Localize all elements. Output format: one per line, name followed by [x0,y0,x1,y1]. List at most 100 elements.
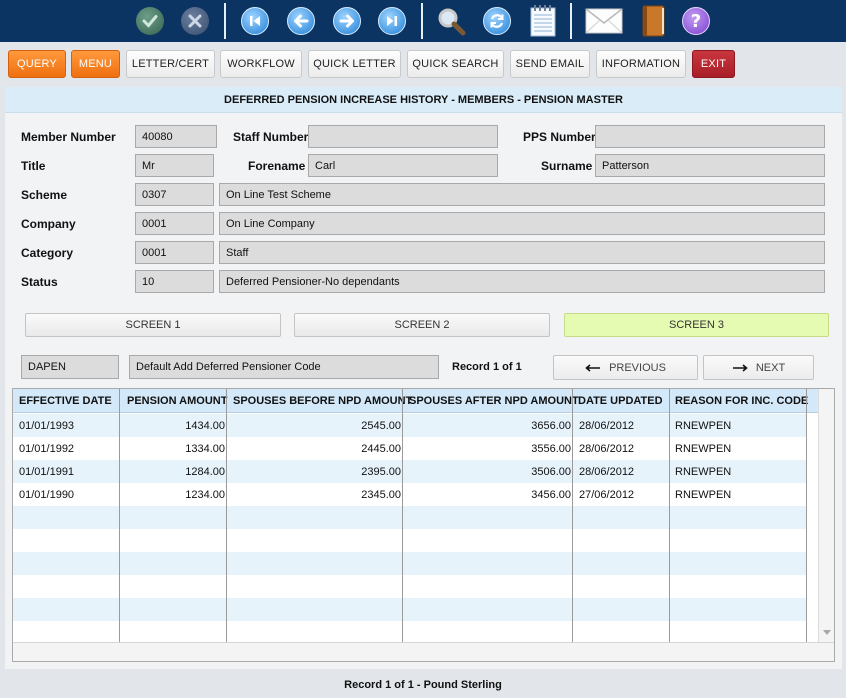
menu-button[interactable]: MENU [71,50,120,78]
notepad-icon[interactable] [526,4,560,38]
send-email-button[interactable]: SEND EMAIL [510,50,590,78]
empty-table-row[interactable] [13,598,806,621]
last-record-icon[interactable] [375,4,409,38]
tab-screen-2[interactable]: SCREEN 2 [294,313,550,337]
help-glyph: ? [690,10,702,32]
vertical-scrollbar[interactable] [818,389,834,642]
table-cell: 2395.00 [361,465,401,478]
table-cell: 01/01/1992 [19,442,75,455]
toolbar-separator [224,3,226,39]
member-number-field[interactable]: 40080 [135,125,217,148]
pps-number-label: PPS Number [523,130,596,144]
table-cell: 2545.00 [361,419,401,432]
information-button[interactable]: INFORMATION [596,50,686,78]
column-header-spouses-after[interactable]: SPOUSES AFTER NPD AMOUNT [403,389,579,413]
member-number-label: Member Number [21,130,116,144]
column-divider [119,389,120,644]
query-button[interactable]: QUERY [8,50,66,78]
next-button[interactable]: NEXT [703,355,814,380]
table-cell: 3506.00 [531,465,571,478]
column-header-effective-date[interactable]: EFFECTIVE DATE [13,389,120,413]
table-cell: 2345.00 [361,488,401,501]
table-cell: RNEWPEN [675,442,732,455]
column-header-reason-code[interactable]: REASON FOR INC. CODE [669,389,817,413]
workflow-button[interactable]: WORKFLOW [220,50,302,78]
company-code-field[interactable]: 0001 [135,212,214,235]
scheme-desc-field[interactable]: On Line Test Scheme [219,183,825,206]
empty-table-row[interactable] [13,621,806,644]
table-cell: 3456.00 [531,488,571,501]
table-row[interactable]: 01/01/1993 1434.00 2545.00 3656.00 28/06/201… [13,414,806,437]
scheme-label: Scheme [21,188,68,202]
pension-code-desc-field[interactable]: Default Add Deferred Pensioner Code [129,355,439,379]
column-divider [572,389,573,644]
empty-table-row[interactable] [13,506,806,529]
letter-cert-button[interactable]: LETTER/CERT [126,50,215,78]
pension-code-field[interactable]: DAPEN [21,355,119,379]
email-icon[interactable] [584,4,624,38]
table-header: EFFECTIVE DATE PENSION AMOUNT SPOUSES BE… [13,389,818,413]
pension-increase-table: EFFECTIVE DATE PENSION AMOUNT SPOUSES BE… [12,388,835,662]
book-icon[interactable] [636,4,670,38]
table-cell: RNEWPEN [675,465,732,478]
empty-table-row[interactable] [13,552,806,575]
category-label: Category [21,246,74,260]
status-code-field[interactable]: 10 [135,270,214,293]
staff-number-label: Staff Number [233,130,309,144]
status-bar: Record 1 of 1 - Pound Sterling [344,679,502,691]
search-icon[interactable] [434,4,468,38]
table-cell: RNEWPEN [675,419,732,432]
arrow-left-icon [585,363,601,372]
table-row[interactable]: 01/01/1990 1234.00 2345.00 3456.00 27/06/201… [13,483,806,506]
category-desc-field[interactable]: Staff [219,241,825,264]
table-row[interactable]: 01/01/1991 1284.00 2395.00 3506.00 28/06/201… [13,460,806,483]
table-cell: 3656.00 [531,419,571,432]
status-label: Status [21,275,58,289]
table-footer-area [13,642,834,661]
column-header-pension-amount[interactable]: PENSION AMOUNT [121,389,228,413]
scheme-code-field[interactable]: 0307 [135,183,214,206]
cancel-icon[interactable] [178,4,212,38]
table-cell: 28/06/2012 [579,465,635,478]
column-header-date-updated[interactable]: DATE UPDATED [572,389,669,413]
column-divider [402,389,403,644]
category-code-field[interactable]: 0001 [135,241,214,264]
previous-record-icon[interactable] [284,4,318,38]
column-header-spouses-before[interactable]: SPOUSES BEFORE NPD AMOUNT [227,389,412,413]
table-cell: 01/01/1993 [19,419,75,432]
next-record-icon[interactable] [330,4,364,38]
pps-number-field[interactable] [595,125,825,148]
toolbar-separator [570,3,572,39]
title-label: Title [21,159,46,173]
title-field[interactable]: Mr [135,154,214,177]
column-divider [669,389,670,644]
toolbar-separator [421,3,423,39]
scroll-down-icon[interactable] [823,630,831,636]
status-desc-field[interactable]: Deferred Pensioner-No dependants [219,270,825,293]
refresh-icon[interactable] [480,4,514,38]
column-divider [226,389,227,644]
help-icon[interactable]: ? [679,4,713,38]
column-divider [806,389,807,644]
quick-search-button[interactable]: QUICK SEARCH [407,50,504,78]
table-cell: 1234.00 [185,488,225,501]
staff-number-field[interactable] [308,125,498,148]
empty-table-row[interactable] [13,529,806,552]
company-label: Company [21,217,76,231]
company-desc-field[interactable]: On Line Company [219,212,825,235]
table-row[interactable]: 01/01/1992 1334.00 2445.00 3556.00 28/06/201… [13,437,806,460]
exit-button[interactable]: EXIT [692,50,735,78]
table-cell: 27/06/2012 [579,488,635,501]
first-record-icon[interactable] [238,4,272,38]
forename-field[interactable]: Carl [308,154,498,177]
confirm-icon[interactable] [133,4,167,38]
tab-screen-1[interactable]: SCREEN 1 [25,313,281,337]
surname-field[interactable]: Patterson [595,154,825,177]
tab-screen-3[interactable]: SCREEN 3 [564,313,829,337]
quick-letter-button[interactable]: QUICK LETTER [308,50,401,78]
previous-button[interactable]: PREVIOUS [553,355,698,380]
table-cell: 1434.00 [185,419,225,432]
forename-label: Forename [248,159,306,173]
empty-table-row[interactable] [13,575,806,598]
arrow-right-icon [732,363,748,372]
